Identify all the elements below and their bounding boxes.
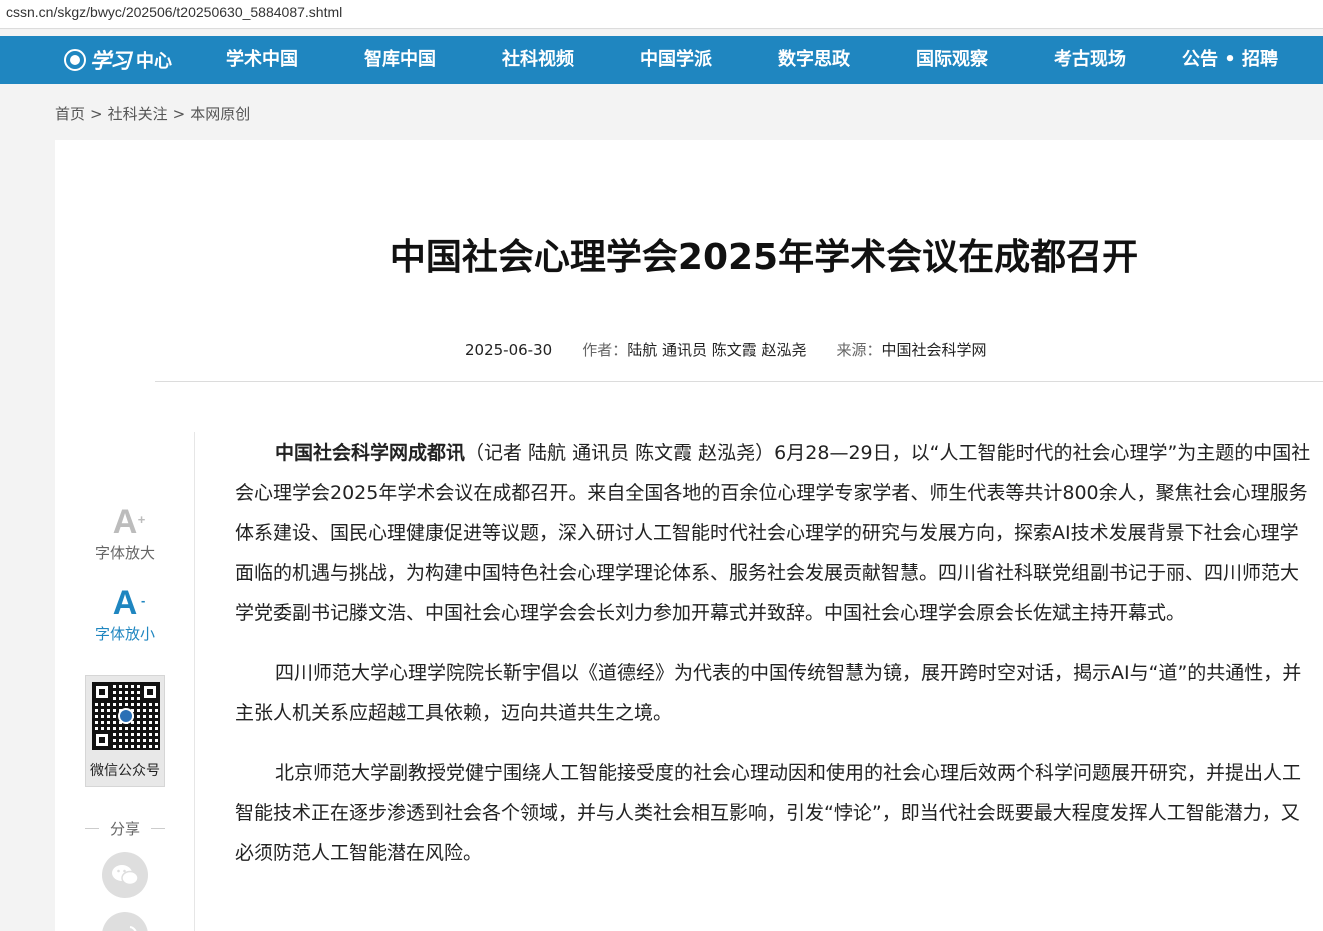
breadcrumb: 首页 > 社科关注 > 本网原创 [55,103,250,124]
article-paragraph: 中国社会科学网成都讯（记者 陆航 通讯员 陈文霞 赵泓尧）6月28—29日，以“… [235,442,1311,624]
source-name: 中国社会科学网 [881,341,987,359]
nav-item-video[interactable]: 社科视频 [502,36,574,84]
nav-item-xuepai[interactable]: 中国学派 [640,36,712,84]
wechat-icon [112,865,139,886]
article-toolbar: A + 字体放大 A- 字体放小 微信公众号 分享 [55,432,195,931]
author-names: 陆航 通讯员 陈文霞 赵泓尧 [627,341,807,359]
source-label: 来源： [836,341,882,359]
font-enlarge-button[interactable]: A + 字体放大 [55,504,195,563]
breadcrumb-separator: > [90,105,103,123]
article-paragraph: 四川师范大学心理学院院长靳宇倡以《道德经》为代表的中国传统智慧为镜，展开跨时空对… [235,662,1302,724]
author-label: 作者： [582,341,628,359]
browser-address-bar[interactable]: cssn.cn/skgz/bwyc/202506/t20250630_58840… [0,0,1323,29]
weibo-icon [129,926,137,931]
article-body: 中国社会科学网成都讯（记者 陆航 通讯员 陈文霞 赵泓尧）6月28—29日，以“… [235,433,1315,893]
publish-date: 2025-06-30 [465,341,553,359]
logo-center-text: 中心 [136,51,172,72]
qr-code-icon [92,682,160,750]
site-logo[interactable]: 学习 中心 [64,36,172,84]
font-shrink-label: 字体放小 [94,625,155,643]
logo-script-text: 学习 [90,48,131,73]
breadcrumb-current[interactable]: 本网原创 [190,105,250,123]
share-heading: 分享 [85,818,165,839]
globe-logo-icon [64,49,86,71]
article-meta: 2025-06-30 作者：陆航 通讯员 陈文霞 赵泓尧 来源：中国社会科学网 [465,339,987,360]
breadcrumb-home[interactable]: 首页 [55,105,85,123]
article-paragraph: 北京师范大学副教授党健宁围绕人工智能接受度的社会心理动因和使用的社会心理后效两个… [235,762,1302,864]
nav-item-notice[interactable]: 公告 • 招聘 [1182,36,1278,84]
nav-item-xueshu[interactable]: 学术中国 [226,36,298,84]
meta-divider [155,381,1323,382]
share-wechat-button[interactable] [102,852,148,898]
article-panel: 中国社会心理学会2025年学术会议在成都召开 2025-06-30 作者：陆航 通… [55,140,1323,931]
breadcrumb-separator: > [172,105,186,123]
font-shrink-button[interactable]: A- 字体放小 [55,585,195,644]
font-enlarge-icon: A + [112,503,146,541]
url-text[interactable]: cssn.cn/skgz/bwyc/202506/t20250630_58840… [6,4,342,20]
font-enlarge-label: 字体放大 [94,544,155,562]
nav-item-kaogu[interactable]: 考古现场 [1054,36,1126,84]
wechat-qr-card: 微信公众号 [85,675,165,787]
article-title: 中国社会心理学会2025年学术会议在成都召开 [389,237,1139,278]
share-weibo-button[interactable] [102,912,148,931]
nav-item-guoji[interactable]: 国际观察 [916,36,988,84]
nav-item-sizheng[interactable]: 数字思政 [778,36,850,84]
qr-label: 微信公众号 [90,763,160,779]
top-navigation: 学习 中心 学术中国 智库中国 社科视频 中国学派 数字思政 国际观察 考古现场… [0,36,1323,84]
dateline: 中国社会科学网成都讯 [275,442,466,464]
font-shrink-icon: A- [112,584,146,622]
nav-item-zhiku[interactable]: 智库中国 [364,36,436,84]
breadcrumb-section[interactable]: 社科关注 [108,105,168,123]
